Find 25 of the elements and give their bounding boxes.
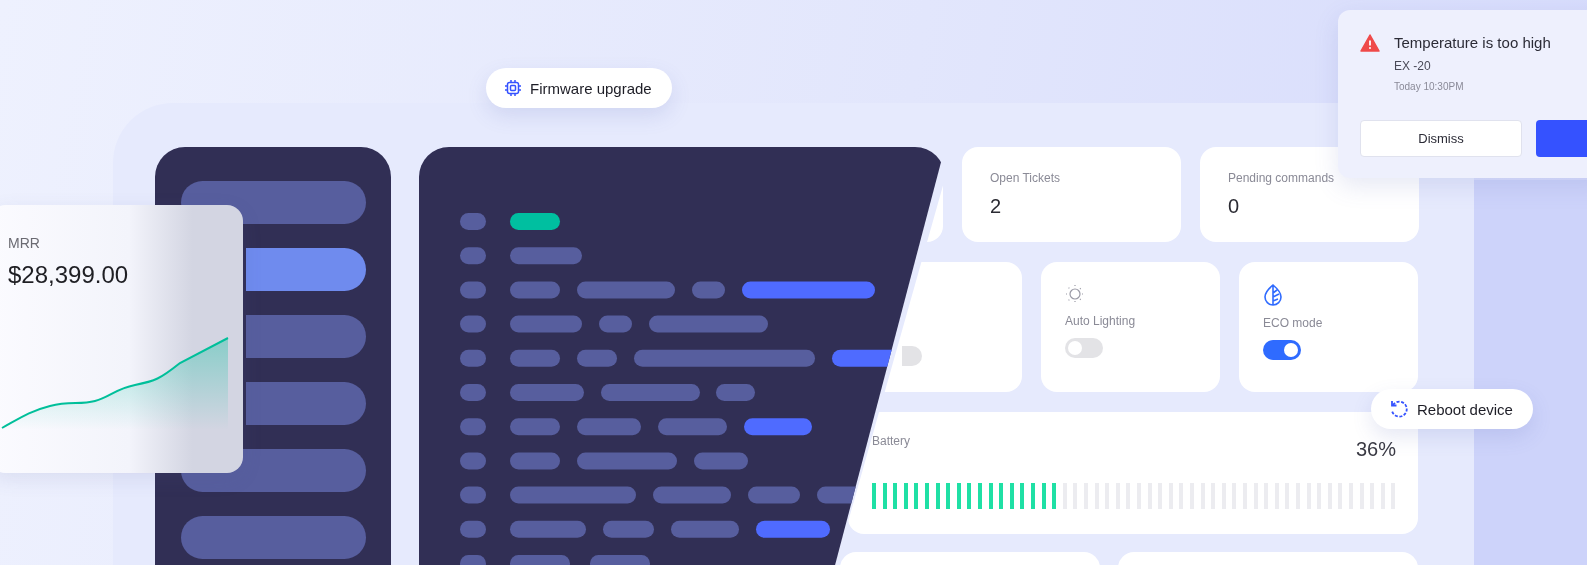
- leaf-icon: [1263, 284, 1283, 306]
- mrr-value: $28,399.00: [8, 261, 129, 289]
- battery-label: Battery: [872, 434, 910, 448]
- stat-label: Open Tickets: [990, 171, 1062, 185]
- firmware-upgrade-button[interactable]: Firmware upgrade: [486, 68, 672, 108]
- toggle-switch[interactable]: [1065, 338, 1103, 358]
- alert-time: Today 10:30PM: [1394, 81, 1465, 92]
- reboot-device-button[interactable]: Reboot device: [1371, 389, 1533, 429]
- toggle-switch[interactable]: [902, 346, 922, 366]
- stat-value: 2: [990, 195, 1003, 218]
- stat-value: 0: [1228, 195, 1241, 218]
- alert-title: Temperature is too high: [1394, 34, 1551, 51]
- refresh-icon: [1389, 399, 1409, 419]
- battery-reading: 36%: [1355, 438, 1396, 461]
- sidebar-item[interactable]: [245, 248, 366, 291]
- stat-label: Pending commands: [1228, 171, 1336, 185]
- warning-icon: [1360, 34, 1380, 52]
- control-label: ECO mode: [1263, 316, 1323, 330]
- mrr-label: MRR: [8, 235, 40, 251]
- toggle-switch[interactable]: [1263, 340, 1301, 360]
- chip-icon: [504, 79, 522, 97]
- sun-icon: [1065, 284, 1085, 304]
- alert-device: EX -20: [1394, 59, 1432, 73]
- control-label: Auto Lighting: [1065, 314, 1136, 328]
- dismiss-button[interactable]: Dismiss: [1360, 120, 1522, 157]
